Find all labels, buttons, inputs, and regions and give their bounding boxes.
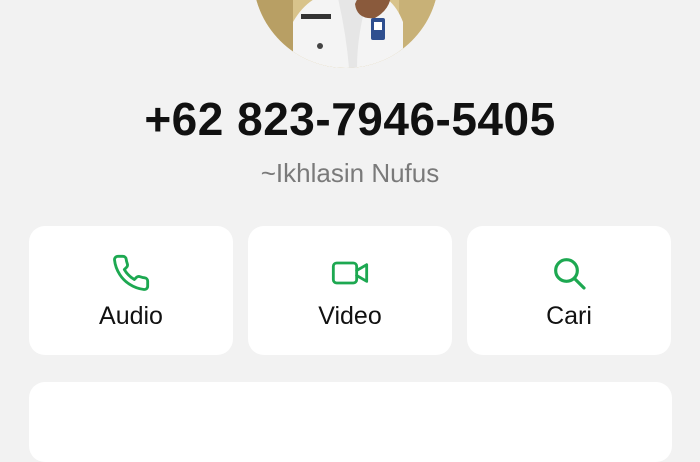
- video-camera-icon: [330, 253, 370, 293]
- phone-icon: [111, 253, 151, 293]
- search-label: Cari: [546, 302, 592, 330]
- profile-photo: [253, 0, 439, 68]
- video-call-label: Video: [318, 302, 382, 330]
- profile-avatar[interactable]: [253, 0, 439, 68]
- contact-phone-number: +62 823-7946-5405: [144, 93, 556, 145]
- video-call-button[interactable]: Video: [248, 226, 452, 355]
- info-card[interactable]: [29, 382, 672, 462]
- audio-call-button[interactable]: Audio: [29, 226, 233, 355]
- contact-profile-name: ~Ikhlasin Nufus: [260, 158, 440, 188]
- audio-call-label: Audio: [99, 302, 163, 330]
- search-icon: [549, 253, 589, 293]
- contact-actions: Audio Video Cari: [29, 226, 672, 355]
- search-button[interactable]: Cari: [467, 226, 671, 355]
